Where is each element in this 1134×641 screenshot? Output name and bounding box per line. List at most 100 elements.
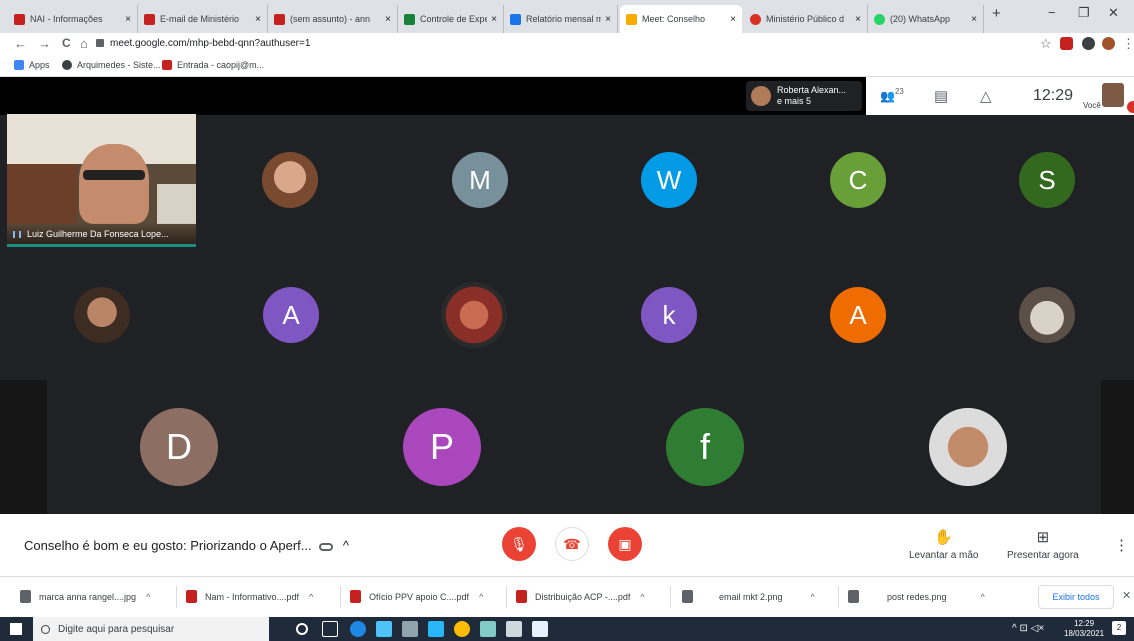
show-all-downloads-button[interactable]: Exibir todos [1038, 585, 1114, 609]
download-item[interactable]: email mkt 2.png ^ [682, 590, 815, 603]
edge-icon[interactable] [350, 621, 366, 637]
self-view-label: Você [1083, 101, 1101, 110]
participant-photo-avatar-speaking[interactable] [441, 282, 507, 348]
people-icon[interactable]: 👥23 [880, 87, 904, 104]
participant-photo-avatar[interactable] [262, 152, 318, 208]
whatsapp-icon [874, 13, 885, 25]
self-view-thumbnail[interactable] [1102, 83, 1124, 107]
system-tray-icons[interactable]: ^ ⊡ ◁× [1012, 623, 1044, 634]
mp-icon [750, 13, 761, 25]
participant-avatar-w[interactable]: W [641, 152, 697, 208]
participant-avatar-a2[interactable]: A [830, 287, 886, 343]
browser-tab[interactable]: (20) WhatsApp × [868, 5, 984, 33]
mail-icon[interactable] [428, 621, 444, 637]
taskbar-search-input[interactable]: Digite aqui para pesquisar [33, 617, 269, 641]
participant-photo-avatar[interactable] [1019, 287, 1075, 343]
notification-center-icon[interactable]: 2 [1112, 621, 1126, 635]
chevron-up-icon[interactable]: ^ [146, 592, 150, 602]
bookmark-entrada[interactable]: Entrada - caopij@m... [162, 60, 264, 70]
browser-tab[interactable]: Ministério Público d × [744, 5, 868, 33]
back-icon[interactable]: ← [14, 36, 27, 51]
participant-avatar-k[interactable]: k [641, 287, 697, 343]
url-field[interactable]: meet.google.com/mhp-bebd-qnn?authuser=1 [110, 38, 310, 49]
present-now-button[interactable]: ⊞ Presentar agora [1007, 528, 1079, 561]
close-downloads-icon[interactable]: ✕ [1122, 589, 1131, 602]
meeting-details[interactable]: Conselho é bom e eu gosto: Priorizando o… [24, 538, 349, 553]
presenter-chip[interactable]: Roberta Alexan... e mais 5 [746, 81, 862, 111]
bookmark-apps[interactable]: Apps [14, 60, 50, 70]
participant-avatar-f[interactable]: f [666, 408, 744, 486]
close-tab-icon[interactable]: × [385, 14, 391, 25]
browser-tab[interactable]: Relatório mensal m × [504, 5, 618, 33]
bookmark-star-icon[interactable]: ☆ [1040, 36, 1052, 52]
participant-photo-avatar[interactable] [929, 408, 1007, 486]
chevron-up-icon[interactable]: ^ [309, 592, 313, 602]
divider [838, 586, 839, 608]
download-item[interactable]: Nam - Informativo....pdf ^ [186, 590, 313, 603]
download-item[interactable]: Ofício PPV apoio C....pdf ^ [350, 590, 483, 603]
pdf-extension-icon[interactable] [1060, 37, 1073, 50]
download-item[interactable]: Distribuição ACP -....pdf ^ [516, 590, 645, 603]
taskbar-clock[interactable]: 12:29 18/03/2021 [1064, 619, 1104, 639]
bookmarks-bar: Apps Arquimedes - Siste... Entrada - cao… [0, 55, 1134, 77]
cortana-icon[interactable] [296, 623, 308, 635]
participant-avatar-m[interactable]: M [452, 152, 508, 208]
maximize-button[interactable]: ❐ [1078, 5, 1090, 21]
extensions-puzzle-icon[interactable] [1082, 37, 1095, 50]
close-tab-icon[interactable]: × [971, 14, 977, 25]
presenter-avatar [751, 86, 771, 106]
chevron-up-icon[interactable]: ^ [479, 592, 483, 602]
close-tab-icon[interactable]: × [730, 14, 736, 25]
app-icon[interactable] [480, 621, 496, 637]
download-item[interactable]: marca anna rangel....jpg ^ [20, 590, 150, 603]
participant-avatar-p[interactable]: P [403, 408, 481, 486]
reload-icon[interactable]: C [62, 36, 71, 50]
close-tab-icon[interactable]: × [855, 14, 861, 25]
windows-start-icon[interactable] [10, 623, 22, 635]
forward-icon[interactable]: → [38, 36, 51, 51]
chevron-up-icon[interactable]: ^ [981, 592, 985, 602]
close-tab-icon[interactable]: × [605, 14, 611, 25]
task-view-icon[interactable] [322, 621, 338, 637]
participant-avatar-a[interactable]: A [263, 287, 319, 343]
more-options-icon[interactable]: ⋮ [1114, 536, 1129, 554]
close-tab-icon[interactable]: × [491, 14, 497, 25]
file-explorer-icon[interactable] [376, 621, 392, 637]
participant-avatar-c[interactable]: C [830, 152, 886, 208]
new-tab-button[interactable]: + [992, 5, 1001, 22]
browser-tab[interactable]: Controle de Expedi × [398, 5, 504, 33]
participant-avatar-d[interactable]: D [140, 408, 218, 486]
store-icon[interactable] [402, 621, 418, 637]
chevron-up-icon[interactable]: ^ [811, 592, 815, 602]
browser-tab[interactable]: E-mail de Ministério × [138, 5, 268, 33]
close-tab-icon[interactable]: × [255, 14, 261, 25]
hang-up-button[interactable]: ☎ [555, 527, 589, 561]
paint-icon[interactable] [506, 621, 522, 637]
browser-tab[interactable]: NAI - Informações × [8, 5, 138, 33]
browser-menu-icon[interactable]: ⋮ [1122, 36, 1134, 52]
participant-avatar-s[interactable]: S [1019, 152, 1075, 208]
document-icon[interactable] [532, 621, 548, 637]
activities-icon[interactable]: △ [980, 87, 992, 105]
close-tab-icon[interactable]: × [125, 14, 131, 25]
chat-icon[interactable]: ▤ [934, 87, 948, 105]
raise-hand-button[interactable]: ✋ Levantar a mão [909, 528, 979, 561]
bookmark-arquimedes[interactable]: Arquimedes - Siste... [62, 60, 161, 70]
painting [7, 164, 77, 224]
browser-tab-active[interactable]: Meet: Conselho × [620, 5, 742, 33]
profile-avatar-icon[interactable] [1102, 37, 1115, 50]
chrome-icon[interactable] [454, 621, 470, 637]
address-bar: ← → C ⌂ meet.google.com/mhp-bebd-qnn?aut… [0, 33, 1134, 55]
participant-photo-avatar[interactable] [74, 287, 130, 343]
mic-off-button[interactable]: 🎙 [502, 527, 536, 561]
home-icon[interactable]: ⌂ [80, 36, 88, 51]
download-item[interactable]: post redes.png ^ [848, 590, 985, 603]
gmail-icon [162, 60, 172, 70]
featured-video-tile[interactable]: Luiz Guilherme Da Fonseca Lope... [7, 114, 196, 247]
camera-off-button[interactable]: ▣ [608, 527, 642, 561]
browser-tab[interactable]: (sem assunto) - ann × [268, 5, 398, 33]
sheets-icon [404, 13, 415, 25]
close-window-button[interactable]: ✕ [1108, 5, 1119, 21]
chevron-up-icon[interactable]: ^ [640, 592, 644, 602]
minimize-button[interactable]: − [1048, 5, 1056, 20]
